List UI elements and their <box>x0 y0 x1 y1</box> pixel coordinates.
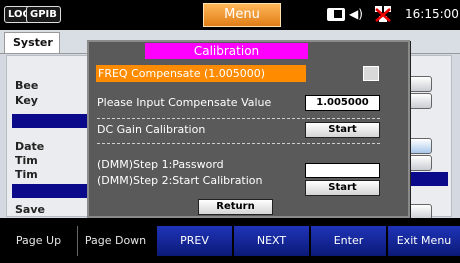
display-icon <box>327 8 345 21</box>
freq-compensate-item[interactable]: FREQ Compensate (1.005000) <box>96 65 306 82</box>
key-label: Key <box>15 94 38 107</box>
clock: 16:15:00 <box>405 7 459 21</box>
dmm-step2-label: (DMM)Step 2:Start Calibration <box>97 174 263 187</box>
page-up-softkey[interactable]: Page Up <box>0 226 77 256</box>
highlight-bar <box>12 114 88 128</box>
dialog-title: Calibration <box>145 43 308 59</box>
divider-2 <box>97 143 380 144</box>
exit-menu-softkey[interactable]: Exit Menu <box>388 226 460 256</box>
right-button-2[interactable] <box>408 93 432 109</box>
right-highlight <box>408 172 448 186</box>
dmm-start-button[interactable]: Start <box>305 180 380 196</box>
right-button-3[interactable] <box>408 138 432 154</box>
right-button-4[interactable] <box>408 155 432 171</box>
password-input[interactable] <box>305 163 380 178</box>
compensate-value-input[interactable]: 1.005000 <box>305 95 380 111</box>
prev-softkey[interactable]: PREV <box>157 226 232 256</box>
page-down-softkey[interactable]: Page Down <box>78 226 153 256</box>
compensate-value-label: Please Input Compensate Value <box>97 96 272 109</box>
date-label: Date <box>15 140 45 153</box>
freq-compensate-checkbox[interactable] <box>363 66 379 81</box>
highlight-bar-2 <box>12 184 88 198</box>
save-label: Save <box>15 203 45 216</box>
tab-system[interactable]: Syster <box>4 32 60 54</box>
right-button-1[interactable] <box>408 76 432 92</box>
dmm-step1-label: (DMM)Step 1:Password <box>97 158 224 171</box>
speaker-icon: ◀) <box>349 7 363 21</box>
menu-title: Menu <box>203 3 281 27</box>
gpib-indicator: GPIB <box>26 6 61 23</box>
next-softkey[interactable]: NEXT <box>234 226 309 256</box>
timer-label: Tim <box>15 168 38 181</box>
beeper-label: Bee <box>15 79 39 92</box>
dc-gain-label: DC Gain Calibration <box>97 123 206 136</box>
divider <box>97 118 380 119</box>
dc-gain-start-button[interactable]: Start <box>305 122 380 138</box>
network-disconnected-icon <box>373 5 393 23</box>
enter-softkey[interactable]: Enter <box>311 226 386 256</box>
time-label: Tim <box>15 154 38 167</box>
return-button[interactable]: Return <box>198 199 273 215</box>
